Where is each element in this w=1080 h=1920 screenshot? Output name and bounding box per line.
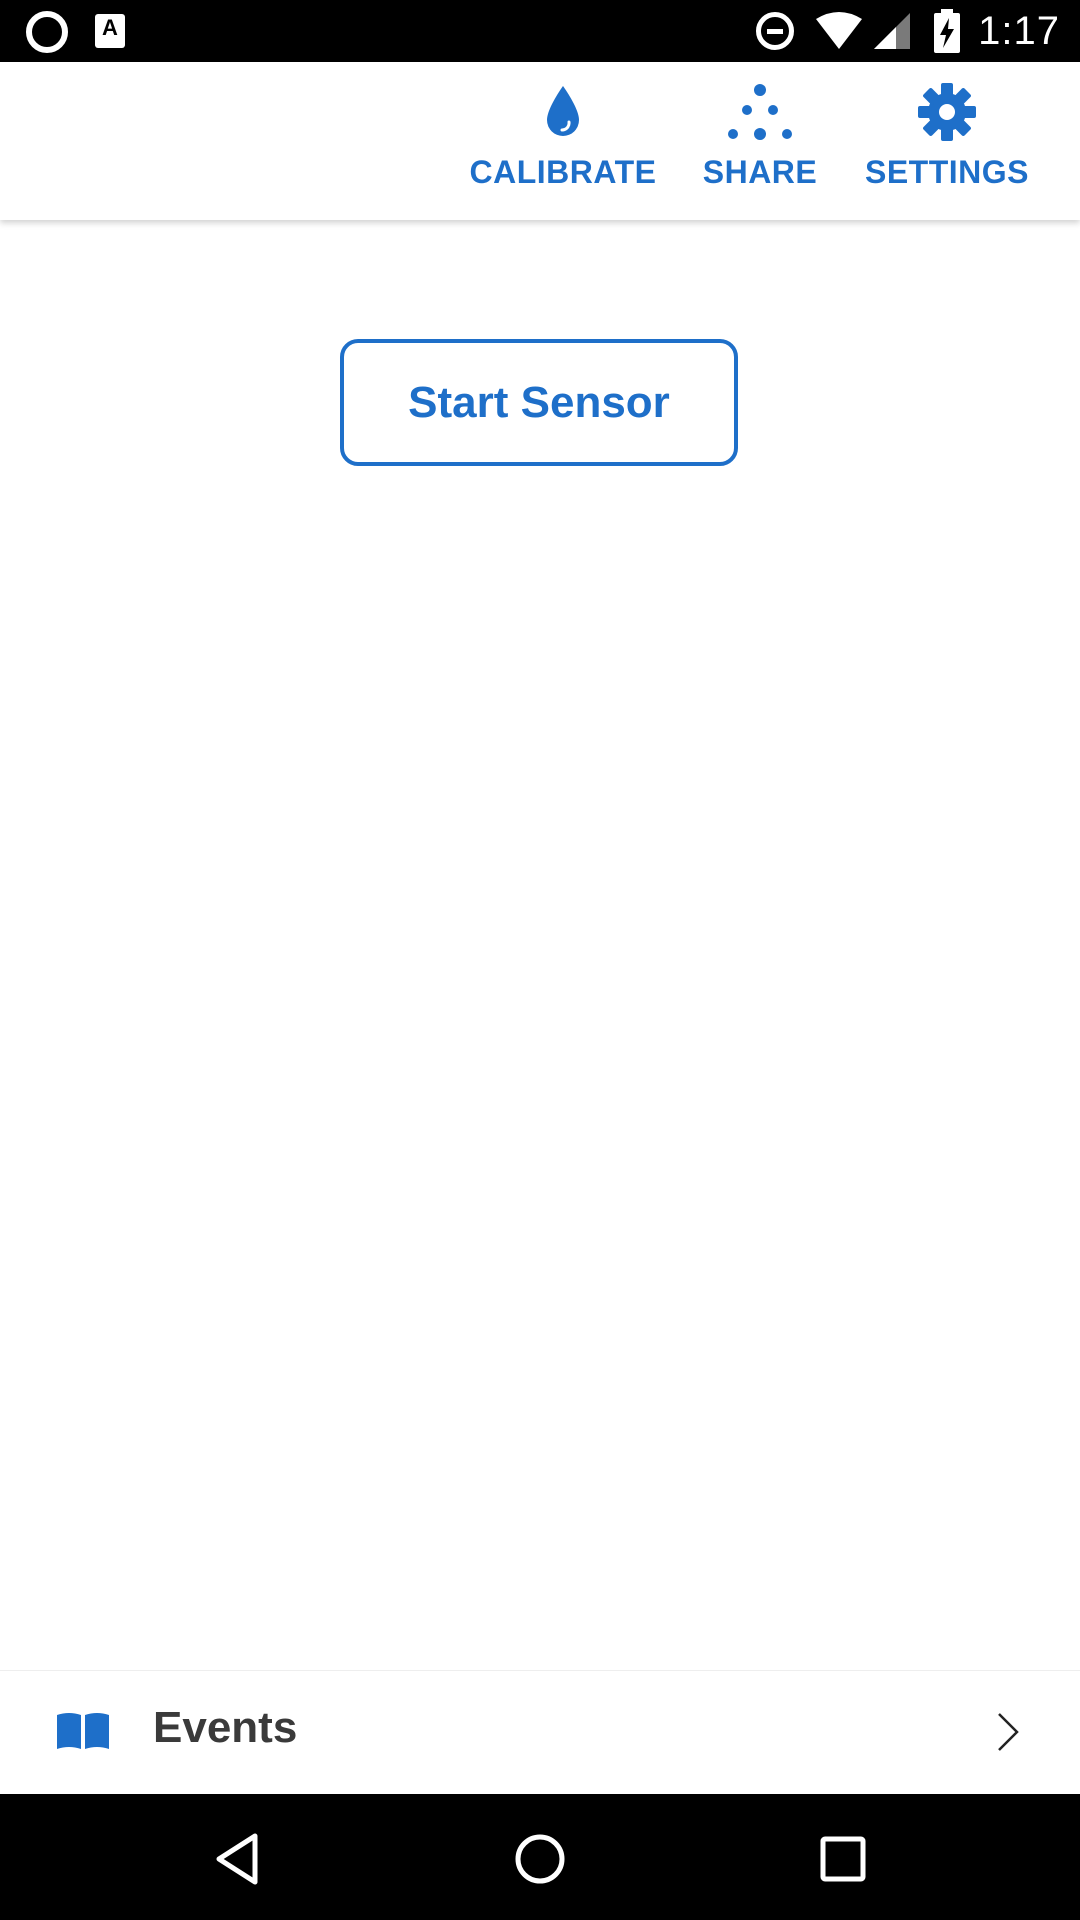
home-icon[interactable]	[505, 1824, 575, 1894]
battery-charging-icon	[934, 9, 961, 53]
status-bar: A 1:17	[0, 0, 1080, 62]
status-time: 1:17	[978, 8, 1060, 53]
back-icon[interactable]	[202, 1824, 272, 1894]
navigation-bar	[0, 1794, 1080, 1920]
chevron-right-icon	[996, 1711, 1020, 1758]
events-label: Events	[153, 1703, 298, 1752]
share-button[interactable]: SHARE	[700, 62, 820, 220]
wifi-icon	[816, 12, 863, 49]
recents-icon[interactable]	[808, 1824, 878, 1894]
share-label: SHARE	[702, 154, 818, 190]
start-sensor-label: Start Sensor	[408, 377, 670, 427]
gear-icon	[916, 82, 978, 142]
do-not-disturb-icon	[756, 12, 795, 50]
drop-icon	[543, 82, 583, 142]
settings-button[interactable]: SETTINGS	[860, 62, 1034, 220]
dots-icon	[725, 82, 795, 142]
status-bar-right: 1:17	[756, 0, 1060, 62]
events-row[interactable]: Events	[0, 1670, 1080, 1794]
app-screen: A 1:17 CALIBRATE SHARE SETTINGS Start Se…	[0, 0, 1080, 1920]
app-bar: CALIBRATE SHARE SETTINGS	[0, 62, 1080, 220]
calibrate-label: CALIBRATE	[469, 154, 657, 190]
signal-icon	[874, 13, 911, 49]
book-icon	[55, 1711, 111, 1756]
start-sensor-button[interactable]: Start Sensor	[340, 339, 738, 466]
settings-label: SETTINGS	[864, 154, 1029, 190]
ring-icon	[26, 11, 68, 53]
calibrate-button[interactable]: CALIBRATE	[470, 62, 656, 220]
a-icon: A	[95, 14, 125, 48]
